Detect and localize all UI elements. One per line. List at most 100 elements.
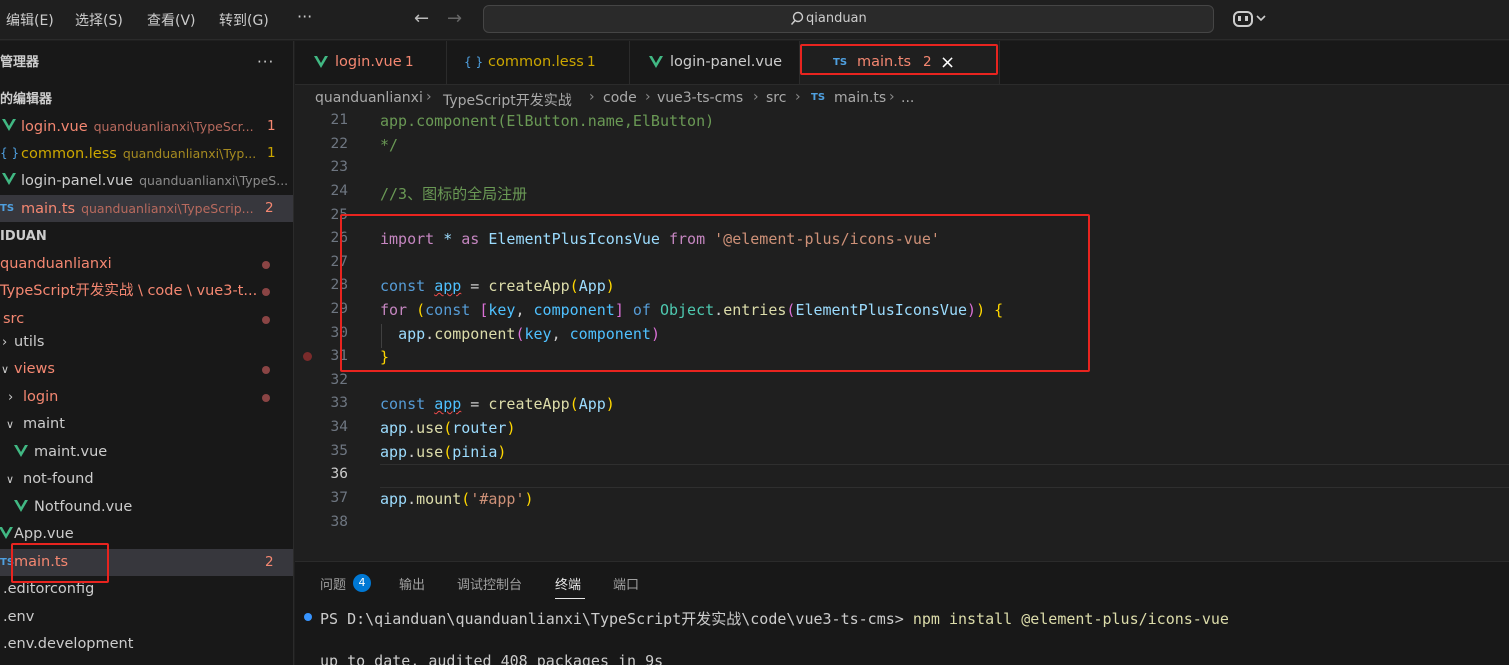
code-token: router	[452, 419, 507, 437]
open-editors-title: 的编辑器	[0, 92, 53, 107]
breadcrumb-item[interactable]: code	[603, 90, 637, 106]
tree-folder-utils[interactable]: › utils	[0, 329, 293, 356]
tree-label: maint.vue	[34, 444, 108, 460]
tree-folder-login[interactable]: › login	[0, 384, 293, 411]
tree-file-env-development[interactable]: .env.development	[0, 631, 293, 658]
line-number: 23	[330, 159, 348, 175]
menu-go[interactable]: 转到(G)	[219, 10, 269, 30]
tree-file-notfound-vue[interactable]: Notfound.vue	[0, 494, 293, 521]
code-token: Object	[659, 301, 715, 319]
code-token: key	[524, 325, 552, 343]
open-editor-main-ts[interactable]: TS main.ts quanduanlianxi\TypeScrip... 2	[0, 195, 293, 222]
code-token: App	[578, 395, 606, 413]
editor-tabs: login.vue 1 { } common.less 1 login-pane…	[295, 41, 1509, 85]
chevron-right-icon: ›	[795, 89, 801, 105]
breadcrumb-item[interactable]: ...	[901, 90, 914, 106]
chevron-right-icon: ›	[589, 89, 595, 105]
tab-ports[interactable]: 端口	[613, 574, 639, 593]
terminal-line[interactable]: PS D:\qianduan\quanduanlianxi\TypeScript…	[320, 608, 1229, 629]
line-number: 24	[330, 183, 348, 199]
tab-debug-console[interactable]: 调试控制台	[457, 574, 522, 593]
breadcrumb-item[interactable]: TypeScript开发实战	[443, 90, 572, 110]
tree-folder-root[interactable]: quanduanlianxi	[0, 251, 293, 278]
code-token: =	[461, 395, 489, 413]
line-number: 35	[330, 443, 348, 459]
code-token: for	[380, 301, 408, 319]
tab-common-less[interactable]: { } common.less 1	[447, 41, 630, 84]
breadcrumb-item[interactable]: main.ts	[834, 90, 886, 106]
tab-output[interactable]: 输出	[399, 574, 425, 593]
explorer-title: 管理器	[0, 55, 40, 70]
code-line-34: app.use(router)	[380, 419, 516, 437]
command-center-search[interactable]: qianduan	[483, 5, 1214, 33]
code-token: mount	[416, 490, 462, 508]
code-editor[interactable]: 21 22 23 24 25 26 27 28 29 30 31 32 33 3…	[295, 112, 1509, 560]
tree-label: .env	[3, 609, 35, 625]
close-icon[interactable]: ×	[940, 41, 955, 84]
tree-label: TypeScript开发实战 \ code \ vue3-t...	[0, 283, 258, 299]
back-arrow-icon[interactable]: ←	[414, 8, 429, 29]
active-tab-underline	[555, 598, 585, 599]
menu-selection[interactable]: 选择(S)	[75, 10, 123, 30]
tree-folder-maint[interactable]: ∨ maint	[0, 411, 293, 438]
code-line-22: */	[380, 136, 399, 154]
tab-main-ts[interactable]: TS main.ts 2 ×	[800, 41, 1000, 84]
breadcrumb-item[interactable]: src	[766, 90, 786, 106]
copilot-icon[interactable]	[1232, 8, 1270, 30]
breadcrumb-item[interactable]: quanduanlianxi	[315, 90, 423, 106]
forward-arrow-icon[interactable]: →	[447, 8, 462, 29]
line-number: 21	[330, 112, 348, 128]
tab-login-vue[interactable]: login.vue 1	[295, 41, 447, 84]
tab-label: login-panel.vue	[670, 54, 783, 70]
tab-label: main.ts	[857, 54, 912, 70]
open-editor-path: quanduanlianxi\TypeScr...	[93, 119, 254, 134]
problem-badge: 2	[265, 554, 274, 570]
tree-folder-path[interactable]: TypeScript开发实战 \ code \ vue3-t...	[0, 278, 293, 305]
vue-icon	[0, 527, 13, 539]
workspace-header[interactable]: IDUAN	[0, 223, 293, 250]
code-line-28: const app = createApp(App)	[380, 277, 615, 295]
tree-label: login	[23, 389, 59, 405]
code-token: import	[380, 230, 435, 248]
tree-file-main-ts[interactable]: TS main.ts 2	[0, 549, 293, 576]
tree-file-env[interactable]: .env	[0, 604, 293, 631]
tree-file-maint-vue[interactable]: maint.vue	[0, 439, 293, 466]
tab-terminal[interactable]: 终端	[555, 574, 581, 593]
code-token: '@element-plus/icons-vue'	[714, 230, 940, 248]
tree-folder-views[interactable]: ∨ views	[0, 356, 293, 383]
explorer-more-icon[interactable]: ···	[257, 49, 274, 76]
tree-file-editorconfig[interactable]: .editorconfig	[0, 576, 293, 603]
ts-icon: TS	[0, 203, 15, 214]
menu-more-button[interactable]: ···	[297, 7, 312, 26]
tab-problems[interactable]: 问题	[320, 574, 346, 593]
open-editor-path: quanduanlianxi\TypeScrip...	[81, 201, 254, 216]
open-editor-login-panel-vue[interactable]: login-panel.vue quanduanlianxi\TypeS...	[0, 167, 293, 194]
search-text: qianduan	[806, 11, 867, 26]
code-line-30: app.component(key, component)	[398, 325, 660, 343]
bottom-panel: 问题 4 输出 调试控制台 终端 端口 PS D:\qianduan\quand…	[295, 561, 1509, 665]
open-editor-path: quanduanlianxi\Typ...	[122, 146, 257, 161]
code-token: use	[416, 419, 444, 437]
code-line-24: //3、图标的全局注册	[380, 185, 528, 203]
code-line-21: app.component(ElButton.name,ElButton)	[380, 112, 715, 130]
explorer-sidebar: 管理器 ··· 的编辑器 login.vue quanduanlianxi\Typ…	[0, 41, 294, 665]
open-editor-name: main.ts	[21, 201, 76, 217]
tab-login-panel-vue[interactable]: login-panel.vue	[630, 41, 800, 84]
line-number: 37	[330, 490, 348, 506]
open-editor-common-less[interactable]: { } common.less quanduanlianxi\Typ... 1	[0, 140, 293, 167]
problem-badge: 2	[265, 200, 274, 216]
title-bar: 编辑(E) 选择(S) 查看(V) 转到(G) ··· ← → qianduan	[0, 0, 1509, 40]
open-editor-name: login.vue	[21, 119, 88, 135]
tree-folder-not-found[interactable]: ∨ not-found	[0, 466, 293, 493]
open-editor-login-vue[interactable]: login.vue quanduanlianxi\TypeScr... 1	[0, 113, 293, 140]
code-line-29: for (const [key, component] of Object.en…	[380, 301, 1004, 319]
menu-edit[interactable]: 编辑(E)	[6, 10, 54, 30]
tree-file-app-vue[interactable]: App.vue	[0, 521, 293, 548]
line-number: 31	[330, 348, 348, 364]
menu-view[interactable]: 查看(V)	[147, 10, 196, 30]
modified-dot	[262, 394, 270, 402]
chevron-right-icon: ›	[8, 390, 14, 405]
tree-label: utils	[14, 334, 45, 350]
open-editors-header[interactable]: 的编辑器	[0, 86, 293, 113]
breadcrumb-item[interactable]: vue3-ts-cms	[657, 90, 743, 106]
